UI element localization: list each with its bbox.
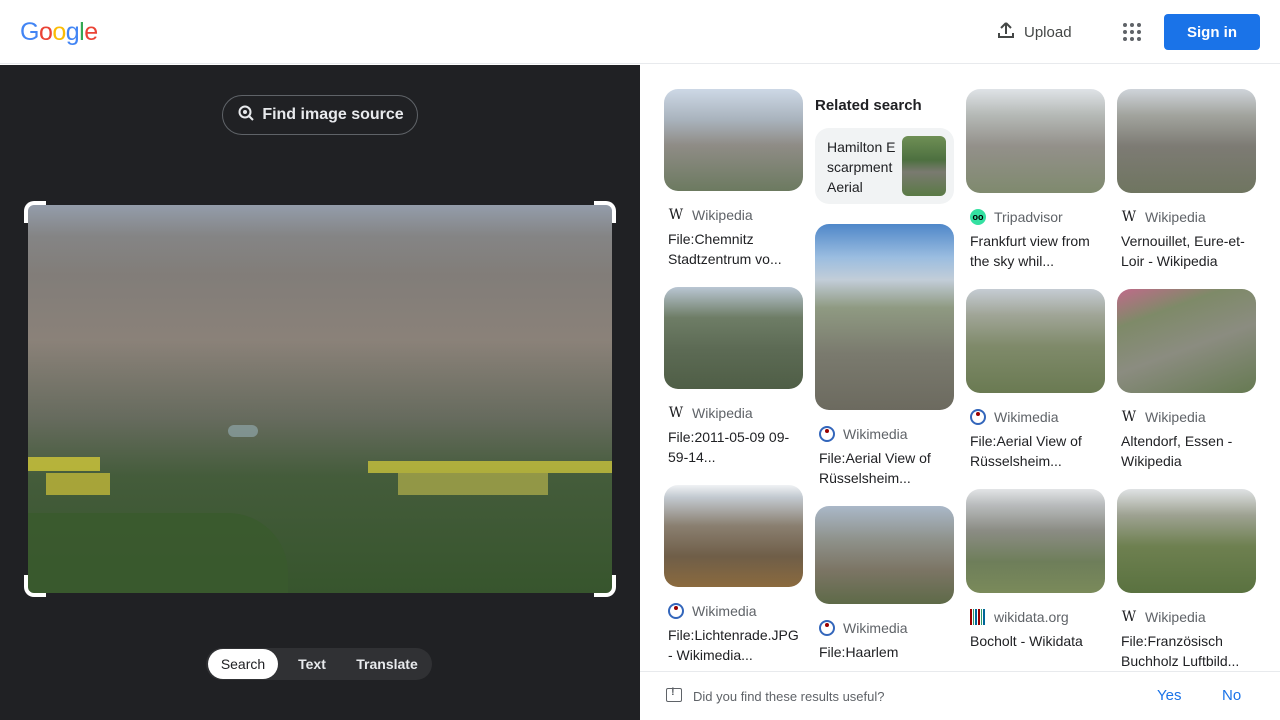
results-column: oo Tripadvisor Frankfurt view from the sk… [966,89,1105,665]
result-title[interactable]: Frankfurt view from the sky whil... [966,231,1105,271]
wikipedia-icon: W [1121,209,1137,225]
lens-search-icon [236,103,256,128]
logo-letter: o [52,18,66,46]
result-thumbnail[interactable] [1117,289,1256,393]
feedback-yes-button[interactable]: Yes [1157,687,1181,704]
wikimedia-icon [668,603,684,619]
feedback-no-button[interactable]: No [1222,687,1241,704]
wikipedia-icon: W [1121,409,1137,425]
feedback-bar: Did you find these results useful? Yes N… [640,671,1280,720]
result-thumbnail[interactable] [966,489,1105,593]
result-source: Wikipedia [1145,409,1206,425]
result-source: Wikimedia [843,620,908,636]
logo-letter: o [38,18,53,46]
crop-handle-top-right[interactable] [594,201,616,223]
result-title[interactable]: Vernouillet, Eure-et-Loir - Wikipedia [1117,231,1256,271]
upload-button[interactable]: Upload [984,14,1084,50]
result-thumbnail[interactable] [966,289,1105,393]
wikipedia-icon: W [668,207,684,223]
feedback-question: Did you find these results useful? [693,689,885,704]
upload-icon [996,20,1016,44]
result-thumbnail[interactable] [815,224,954,410]
query-image-aerial-city [28,205,612,593]
mode-selector: Search Text Translate [206,648,432,680]
logo-letter: g [65,18,80,46]
crop-handle-bottom-left[interactable] [24,575,46,597]
related-search-heading: Related search [815,97,922,114]
result-title[interactable]: Altendorf, Essen - Wikipedia [1117,431,1256,471]
result-thumbnail[interactable] [1117,89,1256,193]
result-title[interactable]: File:2011-05-09 09-59-14... [664,427,803,467]
wikidata-icon [970,609,986,625]
result-card[interactable]: W Wikipedia File:Chemnitz Stadtzentrum vo… [664,89,803,269]
result-source: Wikimedia [692,603,757,619]
find-image-source-button[interactable]: Find image source [222,95,418,135]
crop-area[interactable] [24,201,616,597]
visual-matches-grid: W Wikipedia File:Chemnitz Stadtzentrum vo… [640,65,1280,671]
result-title[interactable]: File:Haarlem [815,642,954,662]
result-card[interactable]: wikidata.org Bocholt - Wikidata [966,489,1105,651]
logo-letter: G [20,18,39,46]
result-card[interactable]: Wikimedia File:Haarlem [815,506,954,662]
crop-handle-top-left[interactable] [24,201,46,223]
result-source: Tripadvisor [994,209,1063,225]
related-search-thumbnail [902,136,946,196]
result-card[interactable]: Wikimedia File:Lichtenrade.JPG - Wikimed… [664,485,803,665]
result-thumbnail[interactable] [966,89,1105,193]
google-apps-icon[interactable] [1116,16,1148,48]
result-thumbnail[interactable] [664,287,803,389]
result-title[interactable]: Bocholt - Wikidata [966,631,1105,651]
result-card[interactable]: oo Tripadvisor Frankfurt view from the sk… [966,89,1105,271]
result-source: wikidata.org [994,609,1069,625]
feedback-icon [666,686,682,702]
logo-letter: e [84,18,98,46]
tripadvisor-icon: oo [970,209,986,225]
results-column: Related search Hamilton Escarpment Aeria… [815,89,954,671]
top-header: Google Upload Sign in [0,0,1280,64]
upload-label: Upload [1024,23,1072,41]
wikimedia-icon [819,620,835,636]
mode-translate-tab[interactable]: Translate [346,649,428,679]
result-title[interactable]: File:Aerial View of Rüsselsheim... [815,448,954,488]
mode-search-tab[interactable]: Search [208,649,278,679]
related-search-chip[interactable]: Hamilton Escarpment Aerial [815,128,954,204]
result-thumbnail[interactable] [1117,489,1256,593]
crop-handle-bottom-right[interactable] [594,575,616,597]
mode-text-tab[interactable]: Text [278,649,346,679]
result-thumbnail[interactable] [664,485,803,587]
result-thumbnail[interactable] [815,506,954,604]
result-title[interactable]: File:Französisch Buchholz Luftbild... [1117,631,1256,671]
google-logo[interactable]: Google [20,18,98,47]
results-column: W Wikipedia Vernouillet, Eure-et-Loir - W… [1117,89,1256,671]
wikipedia-icon: W [668,405,684,421]
result-source: Wikipedia [692,405,753,421]
result-thumbnail[interactable] [664,89,803,191]
result-title[interactable]: File:Chemnitz Stadtzentrum vo... [664,229,803,269]
result-card[interactable]: W Wikipedia File:Französisch Buchholz Luf… [1117,489,1256,671]
result-card[interactable]: W Wikipedia Vernouillet, Eure-et-Loir - W… [1117,89,1256,271]
result-title[interactable]: File:Lichtenrade.JPG - Wikimedia... [664,625,803,665]
result-card[interactable]: Wikimedia File:Aerial View of Rüsselshei… [966,289,1105,471]
related-search-text: Hamilton Escarpment Aerial [827,139,896,195]
image-query-panel: Find image source Search Text Translate [0,65,640,720]
result-card[interactable]: W Wikipedia Altendorf, Essen - Wikipedia [1117,289,1256,471]
result-card[interactable]: W Wikipedia File:2011-05-09 09-59-14... [664,287,803,467]
result-card[interactable]: Wikimedia File:Aerial View of Rüsselshei… [815,224,954,488]
result-source: Wikipedia [692,207,753,223]
result-source: Wikimedia [994,409,1059,425]
find-image-source-label: Find image source [262,106,404,123]
wikimedia-icon [819,426,835,442]
wikimedia-icon [970,409,986,425]
results-column: W Wikipedia File:Chemnitz Stadtzentrum vo… [664,89,803,671]
result-title[interactable]: File:Aerial View of Rüsselsheim... [966,431,1105,471]
sign-in-button[interactable]: Sign in [1164,14,1260,50]
result-source: Wikimedia [843,426,908,442]
wikipedia-icon: W [1121,609,1137,625]
result-source: Wikipedia [1145,209,1206,225]
result-source: Wikipedia [1145,609,1206,625]
